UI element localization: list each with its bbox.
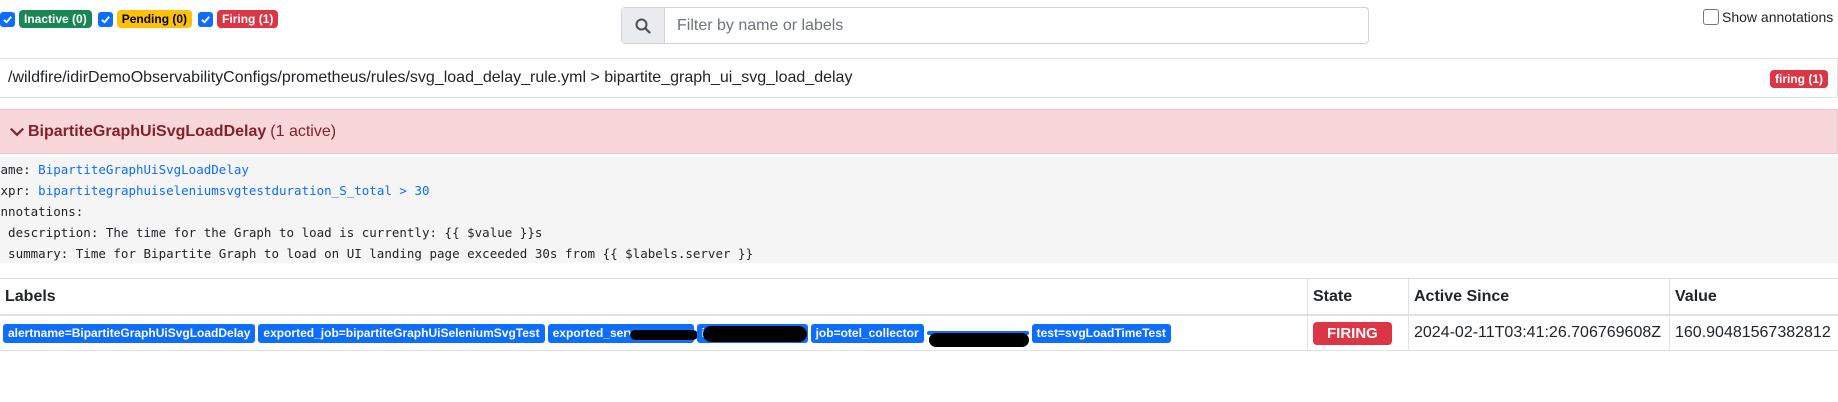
pending-filter-badge[interactable]: Pending (0) xyxy=(116,10,193,28)
label-badge-redacted xyxy=(926,331,1029,347)
show-annotations-checkbox[interactable] xyxy=(1703,9,1719,25)
inactive-filter-checkbox[interactable] xyxy=(0,11,15,27)
label-badge-exported-job: exported_job=bipartiteGraphUiSeleniumSvg… xyxy=(258,323,545,343)
rule-group-path: /wildfire/idirDemoObservabilityConfigs/p… xyxy=(8,69,853,86)
rule-expr-link[interactable]: bipartitegraphuiseleniumsvgtestduration_… xyxy=(38,183,429,198)
table-row: alertname=BipartiteGraphUiSvgLoadDelay e… xyxy=(0,316,1838,351)
label-badge-test: test=svgLoadTimeTest xyxy=(1031,323,1171,343)
search-box: Filter by name or labels xyxy=(621,7,1369,44)
rule-name-key: name: xyxy=(0,162,31,177)
active-alerts-table: Labels State Active Since Value alertnam… xyxy=(0,278,1838,351)
labels-column-header: Labels xyxy=(0,279,1308,314)
checkmark-icon xyxy=(201,15,210,24)
rule-summary-annotation: summary: Time for Bipartite Graph to loa… xyxy=(0,246,754,261)
group-firing-badge: firing (1) xyxy=(1770,70,1828,88)
label-badge-instance: i xyxy=(696,323,808,343)
search-input[interactable]: Filter by name or labels xyxy=(665,8,1368,43)
alert-rule-header[interactable]: BipartiteGraphUiSvgLoadDelay (1 active) xyxy=(0,109,1838,154)
state-cell: FIRING xyxy=(1308,316,1409,350)
rule-group-header: /wildfire/idirDemoObservabilityConfigs/p… xyxy=(0,58,1838,98)
alert-name: BipartiteGraphUiSvgLoadDelay xyxy=(28,122,267,140)
rule-annotations-key: annotations: xyxy=(0,204,84,219)
rule-description-annotation: description: The time for the Graph to l… xyxy=(0,225,543,240)
rule-name-link[interactable]: BipartiteGraphUiSvgLoadDelay xyxy=(38,162,249,177)
checkmark-icon xyxy=(3,15,12,24)
firing-filter-checkbox[interactable] xyxy=(198,11,214,27)
rule-definition: name: BipartiteGraphUiSvgLoadDelay expr:… xyxy=(0,157,1838,263)
chevron-down-icon[interactable] xyxy=(8,123,26,141)
firing-filter-badge[interactable]: Firing (1) xyxy=(217,10,279,28)
inactive-filter-badge[interactable]: Inactive (0) xyxy=(19,10,92,28)
redaction-mark xyxy=(702,325,807,342)
redaction-mark xyxy=(928,333,1029,347)
value-column-header: Value xyxy=(1675,287,1717,305)
show-annotations-label: Show annotations xyxy=(1722,9,1834,25)
search-icon xyxy=(635,18,651,34)
active-since-cell: 2024-02-11T03:41:26.706769608Z xyxy=(1409,316,1670,350)
table-header-row: Labels State Active Since Value xyxy=(0,278,1838,316)
alert-active-count: (1 active) xyxy=(270,122,337,140)
redaction-mark xyxy=(629,329,698,340)
label-badge-job: job=otel_collector xyxy=(810,323,924,343)
pending-filter-checkbox[interactable] xyxy=(97,11,113,27)
active-since-column-header: Active Since xyxy=(1409,279,1670,314)
search-addon xyxy=(622,8,665,43)
state-firing-badge: FIRING xyxy=(1313,321,1392,345)
show-annotations-toggle[interactable]: Show annotations xyxy=(1703,9,1833,25)
labels-cell: alertname=BipartiteGraphUiSvgLoadDelay e… xyxy=(0,316,1308,350)
label-badge-alertname: alertname=BipartiteGraphUiSvgLoadDelay xyxy=(3,323,256,343)
state-filter-row: Inactive (0) Pending (0) Firing (1) xyxy=(0,9,284,29)
checkmark-icon xyxy=(100,15,110,24)
rule-expr-key: expr: xyxy=(0,183,31,198)
label-badge-exported-server: exported_server xyxy=(547,323,698,343)
state-column-header: State xyxy=(1308,279,1409,314)
value-cell: 160.90481567382812 xyxy=(1675,324,1831,341)
